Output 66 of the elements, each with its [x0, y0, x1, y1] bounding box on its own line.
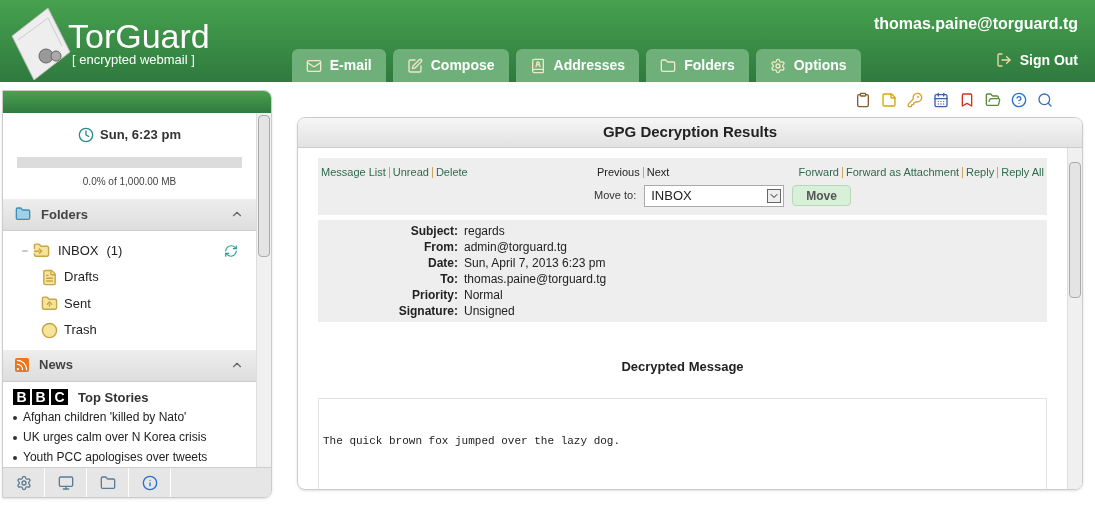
toolbar-link[interactable]: Forward: [798, 164, 839, 181]
folder-link[interactable]: Drafts: [64, 267, 99, 287]
address-book-icon: [529, 57, 546, 74]
bullet-icon: [13, 455, 17, 460]
clipboard-icon[interactable]: [855, 91, 871, 108]
news-link[interactable]: UK urges calm over N Korea crisis: [23, 428, 207, 447]
header-value: thomas.paine@torguard.tg: [464, 270, 608, 287]
toolbar-link[interactable]: Next: [646, 164, 670, 181]
help-icon[interactable]: [1011, 91, 1027, 108]
header-value: Unsigned: [464, 302, 516, 319]
news-source-logo-letter: B: [13, 389, 30, 406]
panel-title: GPG Decryption Results: [602, 122, 778, 143]
header-value: regards: [464, 222, 506, 239]
message-text: The quick brown fox jumped over the lazy dog.: [323, 434, 622, 449]
folder-select[interactable]: INBOX: [644, 184, 785, 207]
toolbar-link[interactable]: Delete: [435, 164, 468, 181]
news-link[interactable]: Youth PCC apologises over tweets: [23, 448, 208, 467]
toolbar-link[interactable]: Reply All: [1001, 164, 1044, 181]
folder-link[interactable]: INBOX: [58, 240, 99, 261]
news-source-logo-letter: B: [32, 389, 49, 406]
news-heading: Top Stories: [78, 388, 149, 407]
logo-tagline: [ encrypted webmail ]: [72, 53, 196, 67]
search-icon[interactable]: [1037, 91, 1053, 108]
rss-icon: [15, 358, 29, 373]
toolbar-link[interactable]: Message List: [321, 164, 386, 181]
toolbar-link[interactable]: Unread: [392, 164, 429, 181]
toolbar-link[interactable]: Reply: [966, 164, 995, 181]
account-email: thomas.paine@torguard.tg: [873, 13, 1078, 34]
sign-out-button[interactable]: Sign Out: [995, 49, 1078, 71]
gear-icon: [769, 57, 786, 74]
clock-icon: [78, 126, 95, 143]
scrollbar[interactable]: [256, 113, 271, 467]
header-label: Signature:: [397, 302, 458, 319]
section-title: Folders: [41, 205, 88, 224]
header-label: Priority:: [411, 286, 458, 303]
news-source-logo-letter: C: [51, 389, 68, 406]
toolbar-link[interactable]: Previous: [596, 164, 640, 181]
header-label: Subject:: [409, 222, 458, 239]
header-label: From:: [423, 238, 458, 255]
section-title: News: [39, 356, 73, 375]
unread-count: (1): [106, 241, 123, 260]
move-button[interactable]: Move: [792, 185, 851, 206]
logo-wordmark: TorGuard: [68, 19, 210, 53]
folder-link[interactable]: Sent: [64, 293, 91, 314]
header-value: admin@torguard.tg: [464, 238, 568, 255]
envelope-icon: [305, 57, 322, 74]
toolbar-link[interactable]: Forward as Attachment: [845, 164, 960, 181]
calendar-icon[interactable]: [933, 91, 949, 108]
news-link[interactable]: Afghan children 'killed by Nato': [23, 408, 187, 427]
quota-reading: 0.0% of 1,000.00 MB: [81, 175, 178, 190]
header-value: Sun, April 7, 2013 6:23 pm: [464, 254, 607, 271]
refresh-icon[interactable]: [224, 243, 238, 258]
clock-time: Sun, 6:23 pm: [100, 126, 181, 144]
header-value: Normal: [464, 286, 504, 303]
pencil-icon: [406, 57, 423, 74]
bullet-icon: [13, 435, 17, 440]
folder-link[interactable]: Trash: [64, 320, 97, 340]
move-to-label: Move to:: [594, 188, 637, 204]
scrollbar[interactable]: [1067, 148, 1082, 489]
bookmark-icon[interactable]: [959, 91, 975, 108]
header-label: Date:: [427, 254, 458, 271]
door-exit-icon: [995, 52, 1012, 68]
bullet-icon: [13, 415, 17, 420]
header-label: To:: [439, 270, 458, 287]
key-icon[interactable]: [907, 91, 923, 108]
section-heading: Decrypted Message: [620, 357, 745, 376]
